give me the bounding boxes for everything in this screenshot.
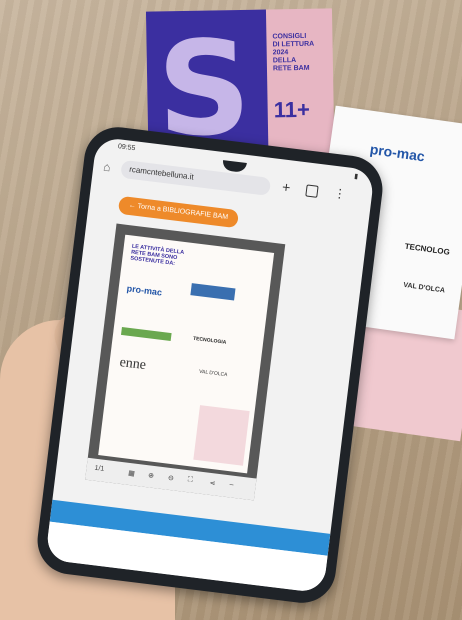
page-logo-pro-mac: pro-mac xyxy=(126,283,163,298)
fullscreen-icon[interactable]: ⛶ xyxy=(187,476,193,485)
tabs-icon[interactable] xyxy=(305,184,319,198)
share-icon[interactable]: ⋖ xyxy=(209,479,216,488)
bookmark-title: CONSIGLI DI LETTURA 2024 DELLA RETE BAM xyxy=(272,32,315,73)
page-logo-green xyxy=(121,326,172,342)
status-time: 09:55 xyxy=(117,143,136,153)
page-heading: LE ATTIVITÀ DELLA RETE BAM SONO SOSTENUT… xyxy=(130,243,185,267)
minimize-icon[interactable]: – xyxy=(229,481,234,488)
zoom-out-icon[interactable]: ⊖ xyxy=(167,474,174,483)
home-icon[interactable]: ⌂ xyxy=(103,160,112,175)
photo: S CONSIGLI DI LETTURA 2024 DELLA RETE BA… xyxy=(0,0,462,620)
page-logo-enne: enne xyxy=(118,355,147,374)
logo-tecnolog: TECNOLOG xyxy=(404,241,451,257)
page-pink-graphic xyxy=(193,405,250,466)
logo-pro-mac: pro-mac xyxy=(368,140,426,165)
logo-val-dolca: VAL D'OLCA xyxy=(402,281,446,295)
smartphone: 09:55 ▮ ⌂ rcamcntebelluna.it + ⋮ ← Torna… xyxy=(33,123,387,607)
phone-screen: 09:55 ▮ ⌂ rcamcntebelluna.it + ⋮ ← Torna… xyxy=(45,136,375,594)
back-to-bibliographies-button[interactable]: ← Torna a BIBLIOGRAFIE BAM xyxy=(117,195,239,229)
menu-icon[interactable]: ⋮ xyxy=(333,186,347,201)
grid-icon[interactable]: ▦ xyxy=(128,469,136,478)
page-logo-badge xyxy=(190,283,236,301)
page-counter: 1/1 xyxy=(94,464,105,473)
zoom-in-icon[interactable]: ⊕ xyxy=(148,471,155,480)
battery-icon: ▮ xyxy=(353,173,359,181)
new-tab-icon[interactable]: + xyxy=(281,179,291,196)
bookmark-age: 11+ xyxy=(273,96,311,123)
page-logo-tecnologia: TECNOLOGIA xyxy=(192,335,227,346)
pdf-page: LE ATTIVITÀ DELLA RETE BAM SONO SOSTENUT… xyxy=(98,234,275,474)
page-logo-val-dolca: VAL D'OLCA xyxy=(198,368,228,379)
pdf-viewer: LE ATTIVITÀ DELLA RETE BAM SONO SOSTENUT… xyxy=(85,223,286,501)
